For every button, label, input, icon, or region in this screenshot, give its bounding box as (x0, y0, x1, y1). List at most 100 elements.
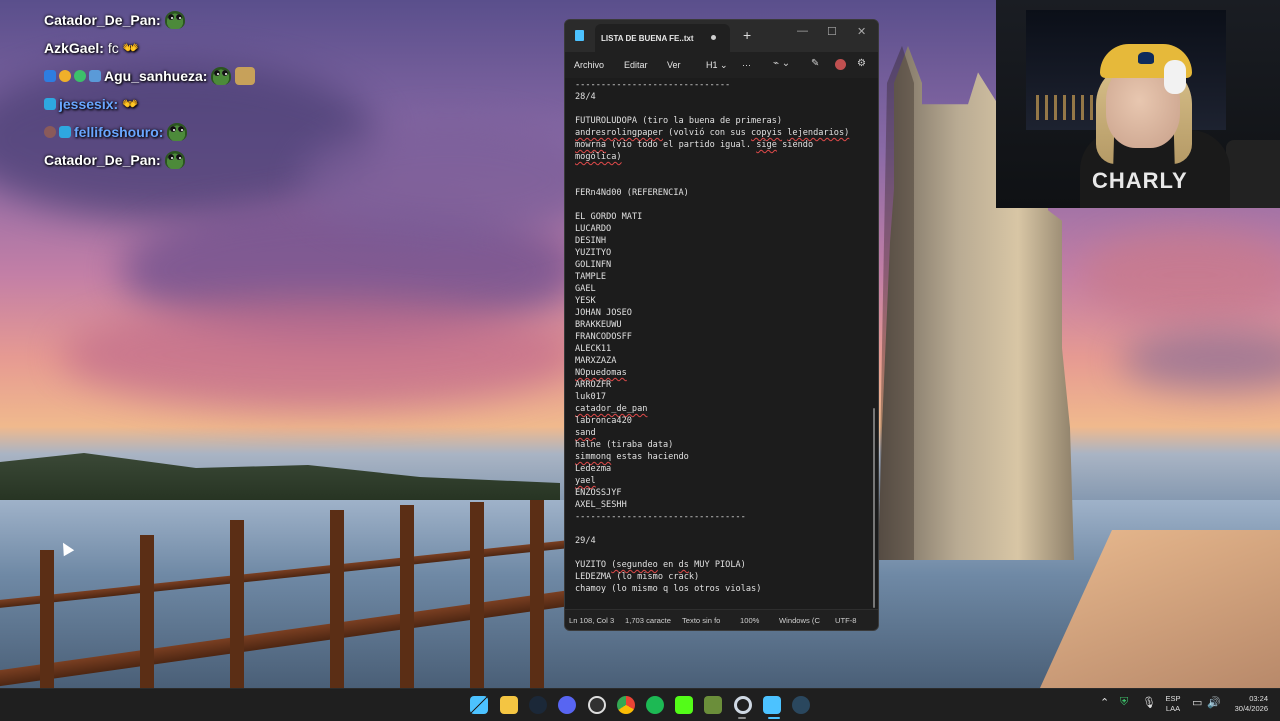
maximize-button[interactable]: ☐ (827, 25, 837, 38)
editor-line[interactable]: yael (575, 475, 849, 487)
webcam-feed: CHARLY (996, 0, 1280, 208)
editor-line[interactable] (575, 523, 849, 535)
editor-line[interactable]: LUCARDO (575, 223, 849, 235)
volume-icon[interactable]: 🔊 (1207, 696, 1221, 709)
chat-message: Catador_De_Pan: (44, 146, 364, 174)
badge-icon (59, 126, 71, 138)
notepad-window[interactable]: LISTA DE BUENA FE..txt + — ☐ ✕ Archivo E… (564, 19, 879, 631)
editor-line[interactable]: ------------------------------ (575, 79, 849, 91)
editor-line[interactable]: FUTUROLUDOPA (tiro la buena de primeras) (575, 115, 849, 127)
steam-icon[interactable] (529, 696, 547, 714)
shirt-text: CHARLY (1092, 168, 1188, 193)
editor-line[interactable]: sand (575, 427, 849, 439)
more-button[interactable]: ··· (742, 60, 751, 70)
unsaved-dot-icon[interactable] (711, 35, 716, 40)
editor-line[interactable]: FRANCODOSFF (575, 331, 849, 343)
close-button[interactable]: ✕ (857, 25, 866, 38)
file-explorer-icon[interactable] (500, 696, 518, 714)
microphone-icon[interactable]: 🎙 (1142, 696, 1156, 709)
editor-line[interactable]: NOpuedomas (575, 367, 849, 379)
editor-line[interactable] (575, 175, 849, 187)
editor-line[interactable] (575, 103, 849, 115)
text-editor[interactable]: ------------------------------ 28/4 FUTURO… (565, 78, 878, 609)
spotify-icon[interactable] (646, 696, 664, 714)
editor-line[interactable]: Ledezma (575, 463, 849, 475)
editor-line[interactable]: LEDEZMA (lo mismo crack) (575, 571, 849, 583)
editor-line[interactable]: YESK (575, 295, 849, 307)
show-hidden-icons-button[interactable]: ⌃ (1100, 696, 1109, 709)
menu-ver[interactable]: Ver (667, 60, 681, 70)
editor-line[interactable]: YUZITO (segundeo en ds MUY PIOLA) (575, 559, 849, 571)
editor-line[interactable]: YUZITYO (575, 247, 849, 259)
editor-text[interactable]: ------------------------------ 28/4 FUTURO… (575, 79, 849, 595)
badge-icon (89, 70, 101, 82)
editor-line[interactable]: MARXZAZA (575, 355, 849, 367)
editor-line[interactable]: chamoy (lo mismo q los otros violas) (575, 583, 849, 595)
editor-line[interactable] (575, 163, 849, 175)
minimize-button[interactable]: — (797, 25, 808, 37)
editor-line[interactable]: labronca420 (575, 415, 849, 427)
zoom-level[interactable]: 100% (740, 616, 759, 625)
copilot-icon[interactable]: ✎ (811, 58, 819, 69)
editor-line[interactable]: EL GORDO MATI (575, 211, 849, 223)
editor-line[interactable]: catador_de_pan (575, 403, 849, 415)
taskbar: ⌃ ⛨ 🎙 ESP LAA ▭ 🔊 03:24 30/4/2026 (0, 688, 1280, 721)
editor-line[interactable]: AXEL_SESHH (575, 499, 849, 511)
encoding: UTF-8 (835, 616, 857, 625)
editor-line[interactable]: GAEL (575, 283, 849, 295)
editor-line[interactable]: andresrolingpaper (volvió con sus copyis… (575, 127, 849, 139)
editor-line[interactable]: halne (tiraba data) (575, 439, 849, 451)
new-tab-button[interactable]: + (743, 27, 751, 43)
menu-archivo[interactable]: Archivo (574, 60, 604, 70)
pepe-emote-icon (167, 123, 188, 141)
settings-gear-icon[interactable]: ⚙ (857, 58, 866, 69)
editor-line[interactable]: JOHAN JOSEO (575, 307, 849, 319)
network-icon[interactable]: ▭ (1192, 696, 1202, 709)
editor-line[interactable]: --------------------------------- (575, 511, 849, 523)
heading-dropdown[interactable]: H1 ⌄ (706, 60, 728, 71)
editor-line[interactable]: 29/4 (575, 535, 849, 547)
defender-icon[interactable]: ⛨ (1120, 696, 1128, 709)
chat-message: AzkGael: fc 👐 (44, 34, 364, 62)
editor-line[interactable]: ARROZFR (575, 379, 849, 391)
scrollbar[interactable] (873, 408, 875, 608)
tab-file[interactable]: LISTA DE BUENA FE..txt (595, 24, 730, 52)
kick-icon[interactable] (675, 696, 693, 714)
menu-editar[interactable]: Editar (624, 60, 648, 70)
editor-line[interactable]: mowrna (vio todo el partido igual. sige … (575, 139, 849, 151)
chat-username: Catador_De_Pan: (44, 12, 161, 28)
editor-line[interactable]: luk017 (575, 391, 849, 403)
cursor-app-icon[interactable] (734, 696, 752, 714)
time: 03:24 (1249, 694, 1268, 703)
editor-line[interactable]: GOLINFN (575, 259, 849, 271)
discord-icon[interactable] (558, 696, 576, 714)
chat-username: Catador_De_Pan: (44, 152, 161, 168)
editor-line[interactable]: TAMPLE (575, 271, 849, 283)
editor-line[interactable]: 28/4 (575, 91, 849, 103)
windows-start-icon[interactable] (470, 696, 488, 714)
format-status: Texto sin fo (682, 616, 721, 625)
avatar[interactable] (835, 59, 846, 70)
stream-chat-overlay: Catador_De_Pan: AzkGael: fc 👐 Agu_sanhue… (44, 6, 364, 174)
editor-line[interactable]: FERn4Nd00 (REFERENCIA) (575, 187, 849, 199)
clock[interactable]: 03:24 30/4/2026 (1222, 694, 1268, 714)
notepad-icon[interactable] (763, 696, 781, 714)
editor-line[interactable] (575, 199, 849, 211)
language-indicator[interactable]: ESP LAA (1160, 694, 1186, 714)
chrome-icon[interactable] (617, 696, 635, 714)
title-bar[interactable]: LISTA DE BUENA FE..txt + — ☐ ✕ (565, 20, 878, 52)
verified-badge-icon (74, 70, 86, 82)
editor-line[interactable]: simmonq estas haciendo (575, 451, 849, 463)
editor-line[interactable]: BRAKKEUWU (575, 319, 849, 331)
obs-icon[interactable] (588, 696, 606, 714)
editor-line[interactable]: DESINH (575, 235, 849, 247)
editor-line[interactable] (575, 547, 849, 559)
editor-line[interactable]: ALECK11 (575, 343, 849, 355)
pepe-emote-icon (211, 67, 232, 85)
steam-2-icon[interactable] (792, 696, 810, 714)
format-clear-icon[interactable]: ⌁ ⌄ (773, 58, 790, 69)
editor-line[interactable]: mogólica) (575, 151, 849, 163)
minecraft-icon[interactable] (704, 696, 722, 714)
editor-line[interactable]: ENZOSSJYF (575, 487, 849, 499)
date: 30/4/2026 (1234, 704, 1268, 713)
